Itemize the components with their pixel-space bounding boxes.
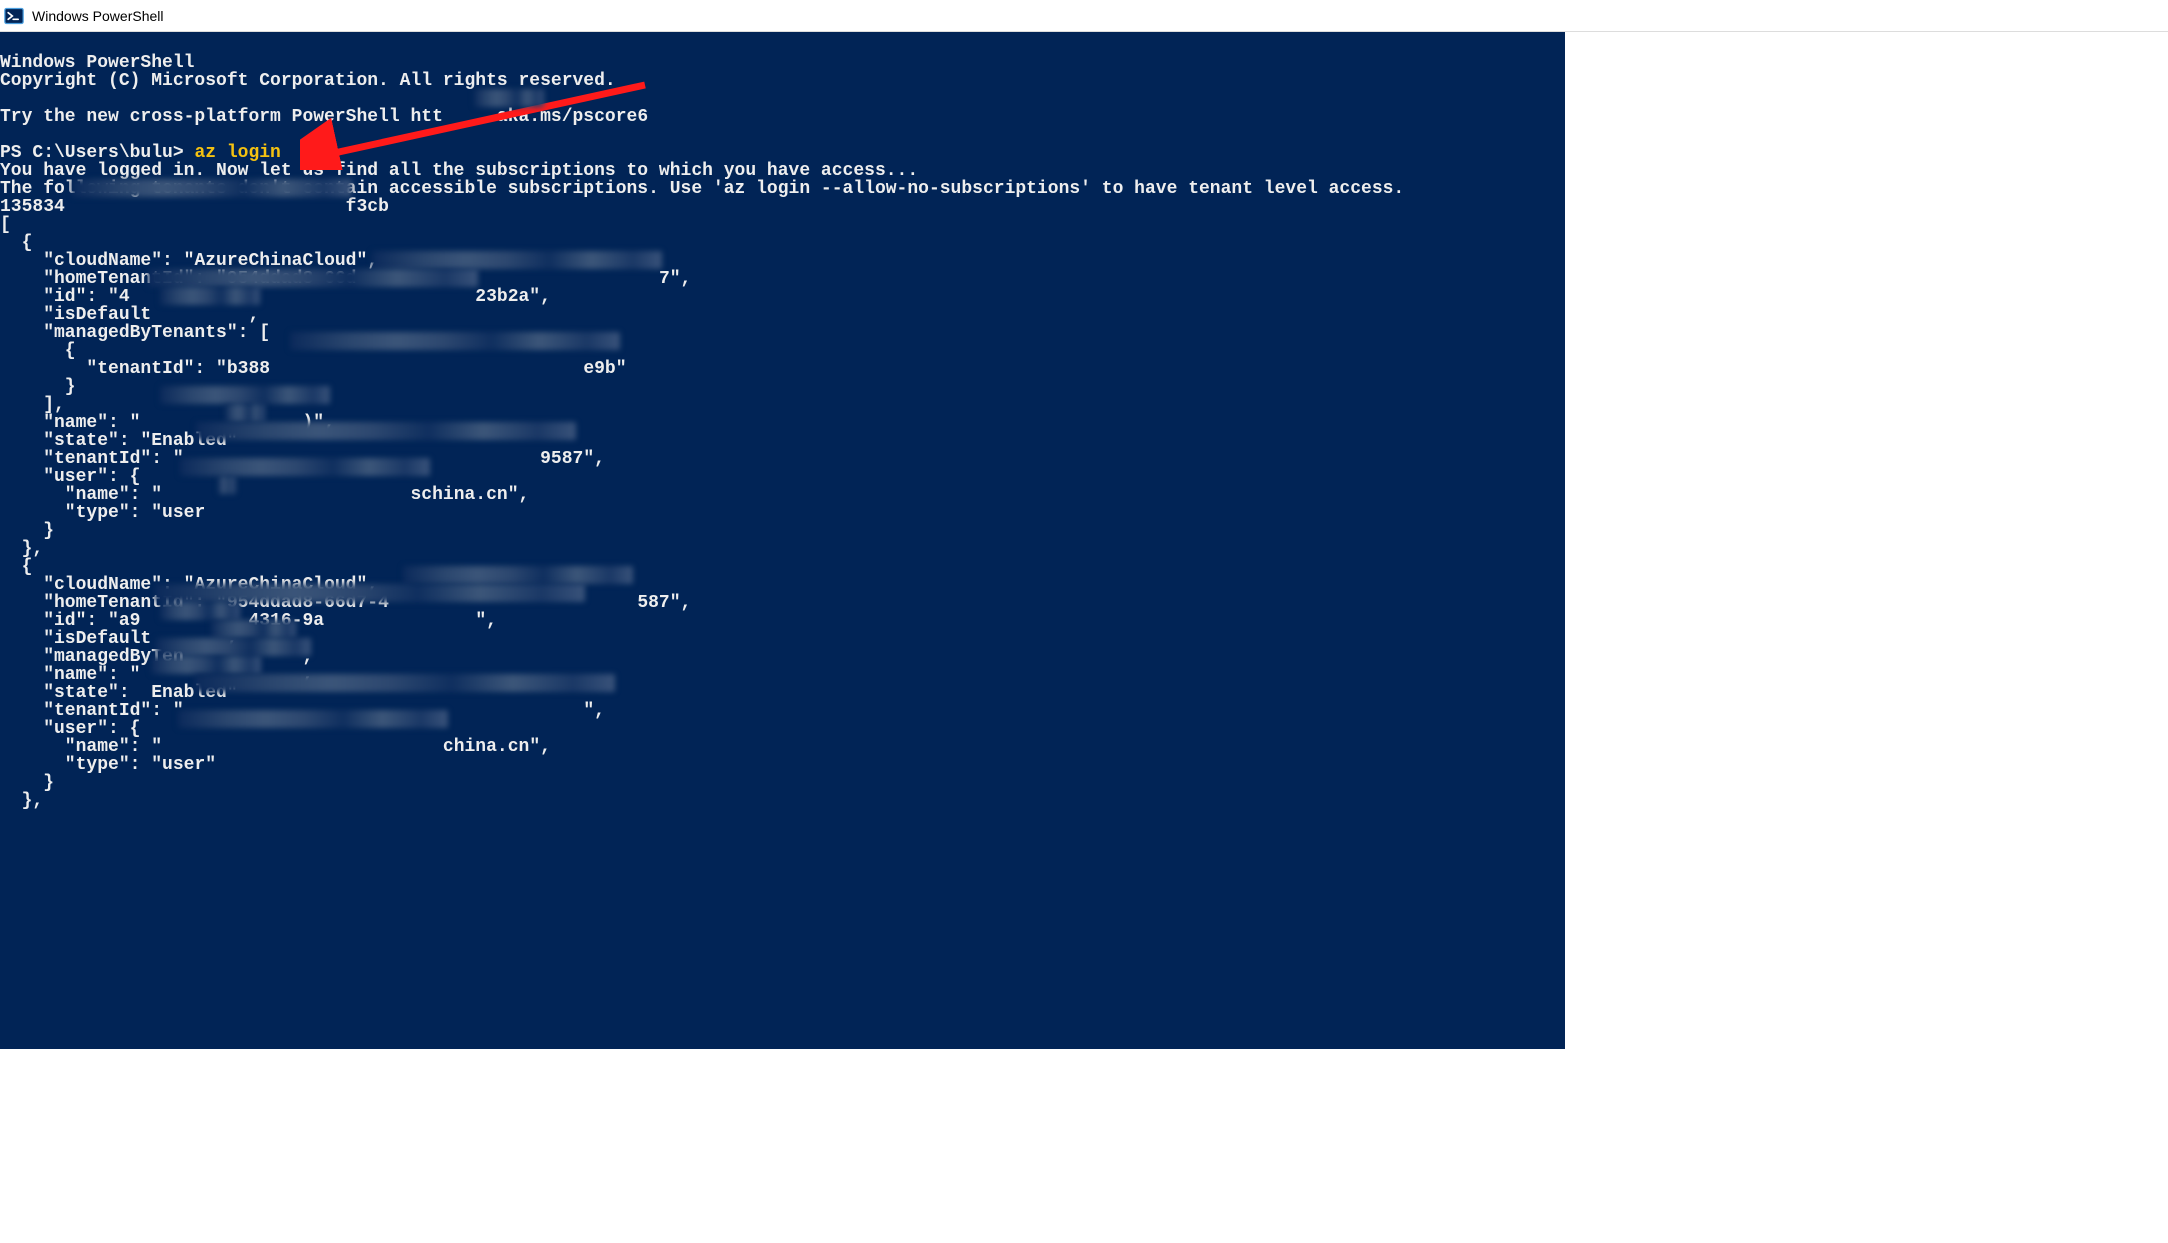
json-array-open: [ xyxy=(0,215,11,235)
json-obj1-mbt-close2: ], xyxy=(0,395,65,415)
json-obj1-user-close: } xyxy=(0,521,54,541)
redaction-obj2-mbt xyxy=(211,620,296,638)
redaction-obj1-id xyxy=(148,269,478,287)
redaction-obj2-id xyxy=(155,584,585,602)
redaction-obj1-name xyxy=(160,386,330,404)
json-obj1-user-type: "type": "user xyxy=(0,503,205,523)
json-obj2-user-name: "name": " china.cn", xyxy=(0,737,551,757)
json-obj1-cloudname: "cloudName": "AzureChinaCloud", xyxy=(0,251,378,271)
terminal-promo: Try the new cross-platform PowerShell ht… xyxy=(0,107,648,127)
terminal-command: az login xyxy=(194,143,280,163)
json-obj1-open: { xyxy=(0,233,32,253)
json-obj1-mbt-tenantid: "tenantId": "b388 e9b" xyxy=(0,359,627,379)
redaction-obj1-state xyxy=(225,404,265,422)
redaction-partial-id xyxy=(72,179,352,197)
json-obj2-user-close: } xyxy=(0,773,54,793)
powershell-icon xyxy=(4,6,24,26)
redaction-obj1-mbt-tid xyxy=(290,332,620,350)
json-obj1-isdefault: "isDefault , xyxy=(0,305,259,325)
redaction-obj1-isdef xyxy=(160,287,260,305)
json-obj1-mbt-open: { xyxy=(0,341,76,361)
terminal-partial-id: 135834 f3cb xyxy=(0,197,389,217)
json-obj1-user-name: "name": " schina.cn", xyxy=(0,485,529,505)
redaction-obj2-state xyxy=(151,656,261,674)
json-obj1-close: }, xyxy=(0,539,43,559)
json-obj1-mbt-close: } xyxy=(0,377,76,397)
json-obj2-user-type: "type": "user" xyxy=(0,755,216,775)
redaction-obj2-isdef xyxy=(160,602,240,620)
json-obj2-open: { xyxy=(0,557,32,577)
redaction-obj2-tenantid xyxy=(195,674,615,692)
redaction-obj2-home xyxy=(403,566,633,584)
redaction-obj2-user-name xyxy=(178,710,448,728)
redaction-obj1-user-name xyxy=(180,458,430,476)
window-title: Windows PowerShell xyxy=(32,8,164,24)
terminal-header-1: Windows PowerShell xyxy=(0,53,194,73)
redaction-obj1-home xyxy=(372,251,662,269)
terminal-login-msg: You have logged in. Now let us find all … xyxy=(0,161,918,181)
redaction-obj1-user-type xyxy=(218,476,236,494)
json-obj2-close: }, xyxy=(0,791,43,811)
terminal-header-2: Copyright (C) Microsoft Corporation. All… xyxy=(0,71,616,91)
redaction-obj2-name xyxy=(156,638,311,656)
json-obj1-user-key: "user": { xyxy=(0,467,140,487)
redaction-obj1-tenantid xyxy=(196,422,576,440)
json-obj1-managedby: "managedByTenants": [ xyxy=(0,323,270,343)
json-obj1-id: "id": "4 23b2a", xyxy=(0,287,551,307)
redaction-url xyxy=(474,89,544,107)
terminal-prompt: PS C:\Users\bulu> xyxy=(0,143,194,163)
json-obj2-user-key: "user": { xyxy=(0,719,140,739)
terminal-pane[interactable]: Windows PowerShell Copyright (C) Microso… xyxy=(0,32,1565,1049)
window-titlebar[interactable]: Windows PowerShell xyxy=(0,0,2168,32)
